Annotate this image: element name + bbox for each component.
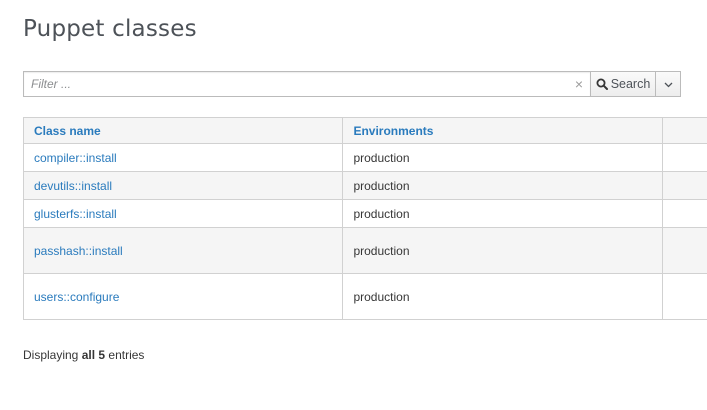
page-title: Puppet classes — [23, 16, 197, 42]
chevron-down-icon — [664, 75, 673, 93]
header-class-name[interactable]: Class name — [22, 117, 344, 144]
table-row: glusterfs::install production — [22, 199, 707, 228]
pagination-summary: Displaying all 5 entries — [23, 348, 144, 362]
summary-suffix: entries — [108, 348, 145, 362]
actions-cell — [661, 171, 707, 200]
table-container: Class name Environments compiler::instal… — [22, 117, 707, 320]
class-name-cell: devutils::install — [22, 171, 344, 200]
class-name-cell: users::configure — [22, 273, 344, 320]
table-row: devutils::install production — [22, 171, 707, 200]
sort-class-name-link[interactable]: Class name — [34, 124, 101, 138]
table-header-row: Class name Environments — [22, 117, 707, 144]
header-environments[interactable]: Environments — [342, 117, 663, 144]
class-name-cell: glusterfs::install — [22, 199, 344, 228]
summary-count: all 5 — [81, 348, 106, 362]
table-row: compiler::install production — [22, 143, 707, 172]
summary-prefix: Displaying — [23, 348, 79, 362]
class-link[interactable]: compiler::install — [34, 151, 117, 165]
clear-icon[interactable]: × — [575, 76, 583, 92]
environments-cell: production — [342, 227, 663, 274]
search-bar: × Search — [23, 71, 681, 97]
class-name-cell: passhash::install — [22, 227, 344, 274]
search-icon — [596, 78, 608, 90]
environments-cell: production — [342, 171, 663, 200]
environments-cell: production — [342, 143, 663, 172]
puppet-classes-table: Class name Environments compiler::instal… — [22, 117, 707, 320]
search-button[interactable]: Search — [590, 71, 656, 97]
header-actions — [661, 117, 707, 144]
actions-cell — [661, 227, 707, 274]
actions-cell — [661, 199, 707, 228]
environments-cell: production — [342, 273, 663, 320]
class-link[interactable]: glusterfs::install — [34, 207, 117, 221]
search-dropdown-button[interactable] — [656, 71, 681, 97]
table-row: users::configure production — [22, 273, 707, 320]
filter-wrapper: × — [23, 71, 590, 97]
sort-environments-link[interactable]: Environments — [353, 124, 433, 138]
actions-cell — [661, 273, 707, 320]
page: Puppet classes × Search — [0, 0, 707, 410]
class-name-cell: compiler::install — [22, 143, 344, 172]
filter-input[interactable] — [24, 72, 564, 96]
environments-cell: production — [342, 199, 663, 228]
class-link[interactable]: passhash::install — [34, 244, 123, 258]
search-button-label: Search — [610, 77, 651, 91]
class-link[interactable]: devutils::install — [34, 179, 112, 193]
class-link[interactable]: users::configure — [34, 290, 119, 304]
table-row: passhash::install production — [22, 227, 707, 274]
actions-cell — [661, 143, 707, 172]
